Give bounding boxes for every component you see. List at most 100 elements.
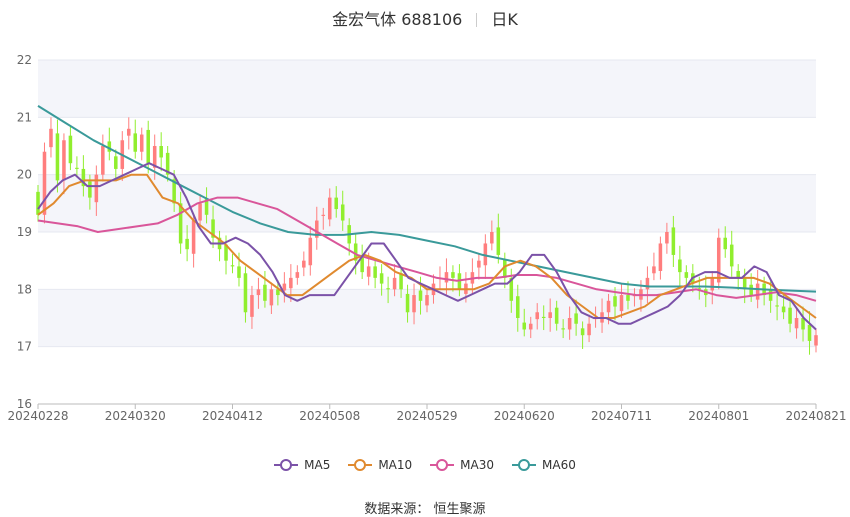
candle-body	[658, 243, 663, 271]
candle-body	[490, 232, 494, 244]
x-tick-label: 20240508	[299, 409, 360, 423]
candle-body	[101, 146, 105, 175]
candle-body	[282, 283, 287, 291]
legend-ma60[interactable]: MA60	[512, 458, 576, 472]
candle-body	[379, 273, 384, 284]
candle-body	[723, 237, 728, 250]
candle-body	[185, 238, 189, 250]
candle-body	[198, 203, 202, 221]
candle-body	[243, 273, 248, 313]
candle-body	[334, 197, 339, 210]
candle-body	[366, 266, 371, 277]
legend-ma30[interactable]: MA30	[430, 458, 494, 472]
x-tick-label: 20240620	[494, 409, 555, 423]
candle-body	[412, 295, 416, 313]
candle-body	[308, 237, 313, 266]
candle-body	[781, 306, 786, 313]
candle-body	[230, 265, 235, 267]
y-axis: 16171819202122	[17, 53, 32, 411]
candle-body	[807, 324, 812, 341]
legend-ma60-label: MA60	[542, 458, 576, 472]
candle-body	[541, 316, 546, 318]
candle-body	[159, 146, 163, 158]
candle-body	[178, 203, 183, 244]
candle-body	[678, 259, 682, 273]
candle-body	[386, 288, 390, 290]
legend-ma10-icon	[348, 459, 373, 471]
candle-body	[392, 277, 397, 290]
candle-body	[444, 272, 449, 283]
candle-body	[626, 295, 630, 301]
grid-band	[38, 60, 816, 118]
candle-body	[535, 312, 539, 320]
legend-ma5-icon	[274, 459, 299, 471]
candle-body	[94, 174, 99, 203]
y-tick-label: 19	[17, 225, 32, 239]
candle-body	[613, 296, 617, 307]
candle-body	[496, 227, 501, 255]
candle-body	[191, 220, 196, 254]
candle-body	[42, 151, 47, 215]
candle-body	[548, 312, 552, 318]
candle-body	[302, 260, 306, 268]
candle-body	[237, 266, 241, 278]
legend-ma30-label: MA30	[460, 458, 495, 472]
candle-body	[619, 295, 624, 312]
candle-body	[652, 266, 656, 274]
candle-body	[775, 305, 779, 307]
candle-body	[321, 214, 326, 216]
candle-body	[399, 273, 403, 290]
legend-ma10[interactable]: MA10	[348, 458, 412, 472]
candle-body	[114, 156, 118, 169]
y-tick-label: 18	[17, 282, 32, 296]
candle-body	[75, 167, 79, 169]
x-tick-label: 20240801	[688, 409, 749, 423]
candle-body	[146, 129, 150, 164]
candle-body	[522, 322, 527, 330]
x-tick-label: 20240711	[591, 409, 652, 423]
candle-body	[716, 237, 721, 283]
candle-body	[295, 272, 300, 278]
candle-body	[554, 307, 559, 324]
candle-body	[794, 318, 799, 329]
y-tick-label: 20	[17, 168, 32, 182]
y-tick-label: 22	[17, 53, 32, 67]
legend: MA5 MA10 MA30 MA60	[0, 458, 850, 472]
candle-body	[749, 284, 753, 296]
legend-ma5-label: MA5	[304, 458, 331, 472]
candle-body	[567, 318, 572, 330]
candle-body	[451, 272, 455, 278]
legend-ma5[interactable]: MA5	[274, 458, 330, 472]
candle-body	[36, 191, 40, 215]
candle-body	[561, 328, 565, 330]
legend-ma30-icon	[430, 459, 455, 471]
candle-body	[755, 283, 760, 300]
y-tick-label: 21	[17, 110, 32, 124]
candle-body	[126, 128, 131, 136]
candle-body	[62, 140, 66, 181]
candle-body	[515, 296, 520, 318]
candle-body	[574, 313, 578, 324]
candle-body	[139, 134, 144, 152]
candle-body	[68, 135, 73, 164]
candle-body	[587, 323, 591, 336]
candle-body	[133, 133, 138, 152]
candle-body	[418, 290, 423, 301]
x-tick-label: 20240821	[785, 409, 846, 423]
candle-body	[327, 197, 332, 220]
candle-body	[665, 232, 669, 244]
x-tick-label: 20240412	[202, 409, 263, 423]
candle-body	[425, 295, 429, 306]
y-tick-label: 17	[17, 340, 32, 354]
candle-body	[405, 293, 410, 313]
x-tick-label: 20240228	[7, 409, 68, 423]
legend-ma60-icon	[512, 459, 537, 471]
x-tick-label: 20240529	[396, 409, 457, 423]
candle-body	[788, 307, 792, 324]
candle-body	[49, 128, 53, 148]
candle-body	[710, 277, 715, 291]
candle-body	[269, 289, 274, 306]
candle-body	[289, 277, 293, 289]
candle-body	[107, 141, 112, 152]
candle-body	[250, 295, 254, 317]
